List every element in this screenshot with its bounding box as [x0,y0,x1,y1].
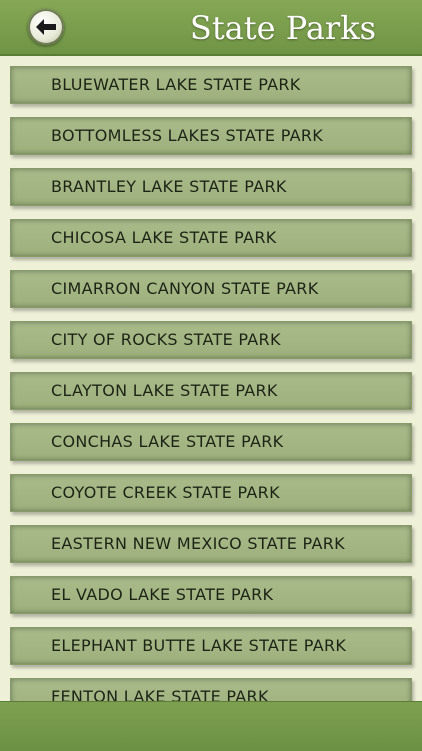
list-item-label: BLUEWATER LAKE STATE PARK [51,75,301,94]
footer-bar [0,701,422,751]
list-item-label: EASTERN NEW MEXICO STATE PARK [51,534,345,553]
list-item-label: BRANTLEY LAKE STATE PARK [51,177,287,196]
list-item[interactable]: EASTERN NEW MEXICO STATE PARK [10,525,412,563]
list-item-label: CLAYTON LAKE STATE PARK [51,381,278,400]
list-item[interactable]: BRANTLEY LAKE STATE PARK [10,168,412,206]
list-item-label: EL VADO LAKE STATE PARK [51,585,274,604]
list-item[interactable]: BLUEWATER LAKE STATE PARK [10,66,412,104]
list-item[interactable]: CHICOSA LAKE STATE PARK [10,219,412,257]
header-bar: State Parks [0,0,422,56]
list-item[interactable]: CITY OF ROCKS STATE PARK [10,321,412,359]
list-item-label: CITY OF ROCKS STATE PARK [51,330,281,349]
list-item[interactable]: BOTTOMLESS LAKES STATE PARK [10,117,412,155]
list-item-label: CONCHAS LAKE STATE PARK [51,432,284,451]
list-item[interactable]: CLAYTON LAKE STATE PARK [10,372,412,410]
list-item[interactable]: CONCHAS LAKE STATE PARK [10,423,412,461]
list-item-label: ELEPHANT BUTTE LAKE STATE PARK [51,636,347,655]
list-item[interactable]: ELEPHANT BUTTE LAKE STATE PARK [10,627,412,665]
list-item-label: BOTTOMLESS LAKES STATE PARK [51,126,324,145]
list-item-label: FENTON LAKE STATE PARK [51,687,269,701]
page-title: State Parks [189,9,376,47]
list-item-label: CHICOSA LAKE STATE PARK [51,228,277,247]
list-item[interactable]: COYOTE CREEK STATE PARK [10,474,412,512]
park-list[interactable]: BLUEWATER LAKE STATE PARK BOTTOMLESS LAK… [0,56,422,701]
list-item[interactable]: EL VADO LAKE STATE PARK [10,576,412,614]
list-item[interactable]: FENTON LAKE STATE PARK [10,678,412,701]
back-button[interactable] [28,9,64,45]
list-item-label: CIMARRON CANYON STATE PARK [51,279,319,298]
list-item[interactable]: CIMARRON CANYON STATE PARK [10,270,412,308]
list-item-label: COYOTE CREEK STATE PARK [51,483,280,502]
back-arrow-icon [36,19,56,35]
